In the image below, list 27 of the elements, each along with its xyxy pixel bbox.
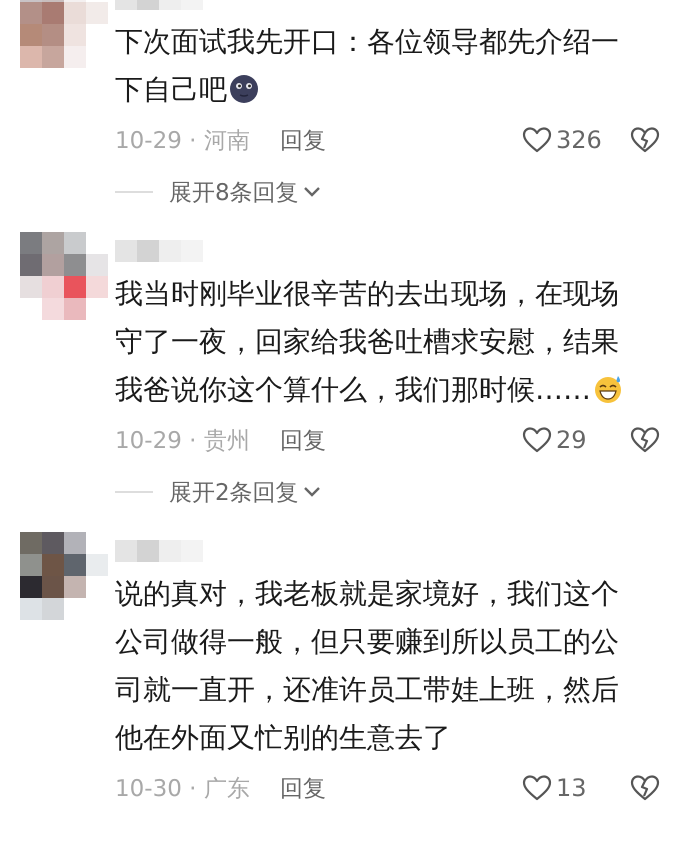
like-button[interactable]: 13: [522, 774, 622, 802]
comment-text: 下次面试我先开口：各位领导都先介绍一下自己吧: [115, 24, 620, 108]
like-button[interactable]: 326: [522, 126, 622, 154]
heart-icon: [522, 774, 552, 802]
moon-face-icon: [229, 74, 259, 104]
broken-heart-button[interactable]: [630, 126, 660, 154]
reply-button[interactable]: 回复: [280, 772, 326, 804]
like-button[interactable]: 29: [522, 426, 622, 454]
chevron-down-icon: [302, 486, 321, 498]
comment-text: 说的真对，我老板就是家境好，我们这个公司做得一般，但只要赚到所以员工的公司就一直开，还准许员工带娃上班，然后他在外面又忙别的生意去了: [115, 576, 620, 756]
broken-heart-button[interactable]: [630, 426, 660, 454]
reply-button[interactable]: 回复: [280, 424, 326, 456]
date-location: 10-29 · 河南: [115, 126, 250, 156]
broken-heart-icon: [630, 774, 660, 802]
heart-icon: [522, 426, 552, 454]
broken-heart-icon: [630, 426, 660, 454]
date-location: 10-29 · 贵州: [115, 426, 250, 456]
expand-replies-button[interactable]: 展开8条回复: [169, 176, 321, 208]
broken-heart-icon: [630, 126, 660, 154]
comment-text: 我当时刚毕业很辛苦的去出现场，在现场守了一夜，回家给我爸吐槽求安慰，结果我爸说你这个算什么，我们那时候……: [115, 270, 639, 414]
expand-replies-button[interactable]: 展开2条回复: [169, 476, 321, 508]
heart-icon: [522, 126, 552, 154]
broken-heart-button[interactable]: [630, 774, 660, 802]
reply-button[interactable]: 回复: [280, 124, 326, 156]
chevron-down-icon: [302, 186, 321, 198]
grin-sweat-icon: [593, 374, 623, 404]
date-location: 10-30 · 广东: [115, 774, 250, 804]
